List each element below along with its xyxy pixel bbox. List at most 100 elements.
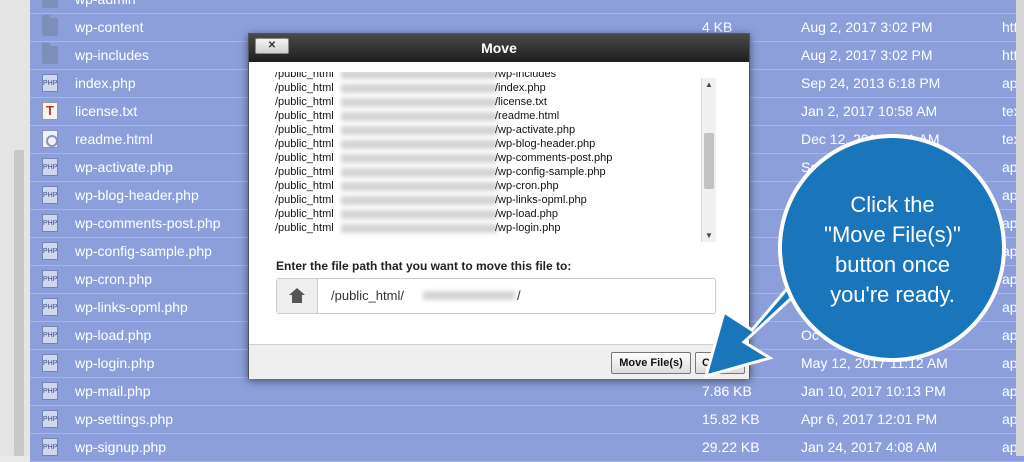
path-prefix: /public_html: [275, 152, 334, 164]
php-file-icon: PHP: [42, 186, 58, 204]
php-file-icon: PHP: [42, 158, 58, 176]
file-date: Jan 2, 2017 10:58 AM: [801, 103, 938, 119]
folder-icon: [42, 43, 58, 64]
path-file-name: /index.php: [495, 82, 546, 94]
file-date: Se: [801, 159, 819, 175]
file-date: Jan 10, 2017 10:13 PM: [801, 383, 946, 399]
path-file-name: /wp-comments-post.php: [495, 152, 613, 164]
left-scrollbar[interactable]: [14, 150, 24, 456]
path-prefix: /public_html: [275, 138, 334, 150]
path-row: /public_html/wp-links-opml.php: [275, 193, 703, 207]
path-row: /public_html/wp-login.php: [275, 221, 703, 235]
redacted-path: [341, 72, 497, 79]
path-prefix: /public_html: [275, 72, 334, 80]
dialog-footer: Move File(s) Cancel: [249, 344, 749, 379]
path-row: /public_html/wp-config-sample.php: [275, 165, 703, 179]
callout-line: button once: [835, 252, 950, 277]
file-size: 7.86 KB: [702, 383, 752, 399]
path-file-name: /wp-includes: [495, 72, 557, 80]
redacted-path: [341, 210, 497, 219]
path-file-name: /wp-config-sample.php: [495, 166, 606, 178]
path-row: /public_html/license.txt: [275, 95, 703, 109]
file-name: readme.html: [75, 131, 153, 147]
home-icon[interactable]: [277, 279, 318, 313]
callout-line: Click the: [850, 192, 935, 217]
php-file-icon: PHP: [42, 298, 58, 316]
destination-value[interactable]: /public_html/: [331, 288, 404, 303]
file-name: wp-mail.php: [75, 383, 151, 399]
file-date: May 12, 2017 11:12 AM: [801, 355, 948, 371]
file-date: Sep 24, 2013 6:18 PM: [801, 75, 941, 91]
dialog-titlebar: ✕ Move: [249, 34, 749, 62]
redacted-path: [341, 84, 497, 93]
file-date: Oc: [801, 327, 819, 343]
html-file-icon: [42, 130, 58, 148]
file-name: wp-load.php: [75, 327, 152, 343]
file-name: wp-includes: [75, 47, 149, 63]
file-size: 15.82 KB: [702, 411, 760, 427]
file-name: license.txt: [75, 103, 138, 119]
path-row: /public_html/wp-blog-header.php: [275, 137, 703, 151]
scroll-down-icon[interactable]: ▼: [705, 231, 713, 240]
file-date: Apr 6, 2017 12:01 PM: [801, 411, 938, 427]
move-dialog: ✕ Move /public_html/wp-includes/public_h…: [248, 33, 750, 379]
destination-label: Enter the file path that you want to mov…: [276, 259, 572, 273]
redacted-path: [341, 168, 497, 177]
callout-line: you're ready.: [830, 282, 955, 307]
path-file-name: /wp-blog-header.php: [495, 138, 596, 150]
path-file-name: /wp-activate.php: [495, 124, 576, 136]
destination-suffix: /: [517, 288, 521, 303]
folder-icon: [42, 15, 58, 36]
selected-files-list: /public_html/wp-includes/public_html/ind…: [275, 72, 703, 242]
cancel-button[interactable]: Cancel: [695, 352, 745, 374]
redacted-path: [341, 126, 497, 135]
php-file-icon: PHP: [42, 326, 58, 344]
path-file-name: /wp-cron.php: [495, 180, 559, 192]
path-row: /public_html/wp-comments-post.php: [275, 151, 703, 165]
file-name: wp-links-opml.php: [75, 299, 188, 315]
text-file-icon: T: [42, 102, 58, 120]
file-name: wp-cron.php: [75, 271, 153, 287]
file-row[interactable]: PHP wp-signup.php 29.22 KB Jan 24, 2017 4:0…: [30, 434, 1024, 462]
file-date: Aug 2, 2017 3:02 PM: [801, 19, 933, 35]
redacted-path: [341, 112, 497, 121]
file-name: wp-content: [75, 19, 144, 35]
path-row: /public_html/wp-includes: [275, 72, 703, 81]
callout-text: Click the "Move File(s)" button once you…: [800, 190, 985, 310]
scroll-thumb[interactable]: [704, 133, 714, 189]
right-scrollbar[interactable]: [1016, 0, 1024, 456]
path-prefix: /public_html: [275, 180, 334, 192]
file-name: wp-admin: [75, 0, 136, 7]
scroll-up-icon[interactable]: ▲: [705, 80, 713, 89]
path-file-name: /wp-login.php: [495, 222, 561, 234]
file-row[interactable]: wp-admin: [30, 0, 1024, 14]
path-file-name: /wp-load.php: [495, 208, 558, 220]
redacted-path: [341, 154, 497, 163]
php-file-icon: PHP: [42, 354, 58, 372]
file-name: wp-settings.php: [75, 411, 174, 427]
folder-icon: [42, 0, 58, 8]
php-file-icon: PHP: [42, 242, 58, 260]
destination-field[interactable]: /public_html/ /: [276, 278, 716, 314]
file-name: index.php: [75, 75, 136, 91]
php-file-icon: PHP: [42, 382, 58, 400]
php-file-icon: PHP: [42, 270, 58, 288]
php-file-icon: PHP: [42, 74, 58, 92]
file-list-scrollbar[interactable]: ▲ ▼: [701, 78, 716, 242]
php-file-icon: PHP: [42, 410, 58, 428]
redacted-path: [341, 182, 497, 191]
path-prefix: /public_html: [275, 166, 334, 178]
redacted-path: [341, 224, 497, 233]
file-row[interactable]: PHP wp-settings.php 15.82 KB Apr 6, 2017 12…: [30, 406, 1024, 434]
path-prefix: /public_html: [275, 194, 334, 206]
redacted-path: [341, 98, 497, 107]
redacted-path: [423, 291, 515, 300]
path-row: /public_html/wp-load.php: [275, 207, 703, 221]
redacted-path: [341, 140, 497, 149]
dialog-title: Move: [481, 40, 517, 56]
file-row[interactable]: PHP wp-mail.php 7.86 KB Jan 10, 2017 10:13 …: [30, 378, 1024, 406]
path-row: /public_html/readme.html: [275, 109, 703, 123]
redacted-path: [341, 196, 497, 205]
move-files-button[interactable]: Move File(s): [611, 352, 691, 374]
path-prefix: /public_html: [275, 96, 334, 108]
